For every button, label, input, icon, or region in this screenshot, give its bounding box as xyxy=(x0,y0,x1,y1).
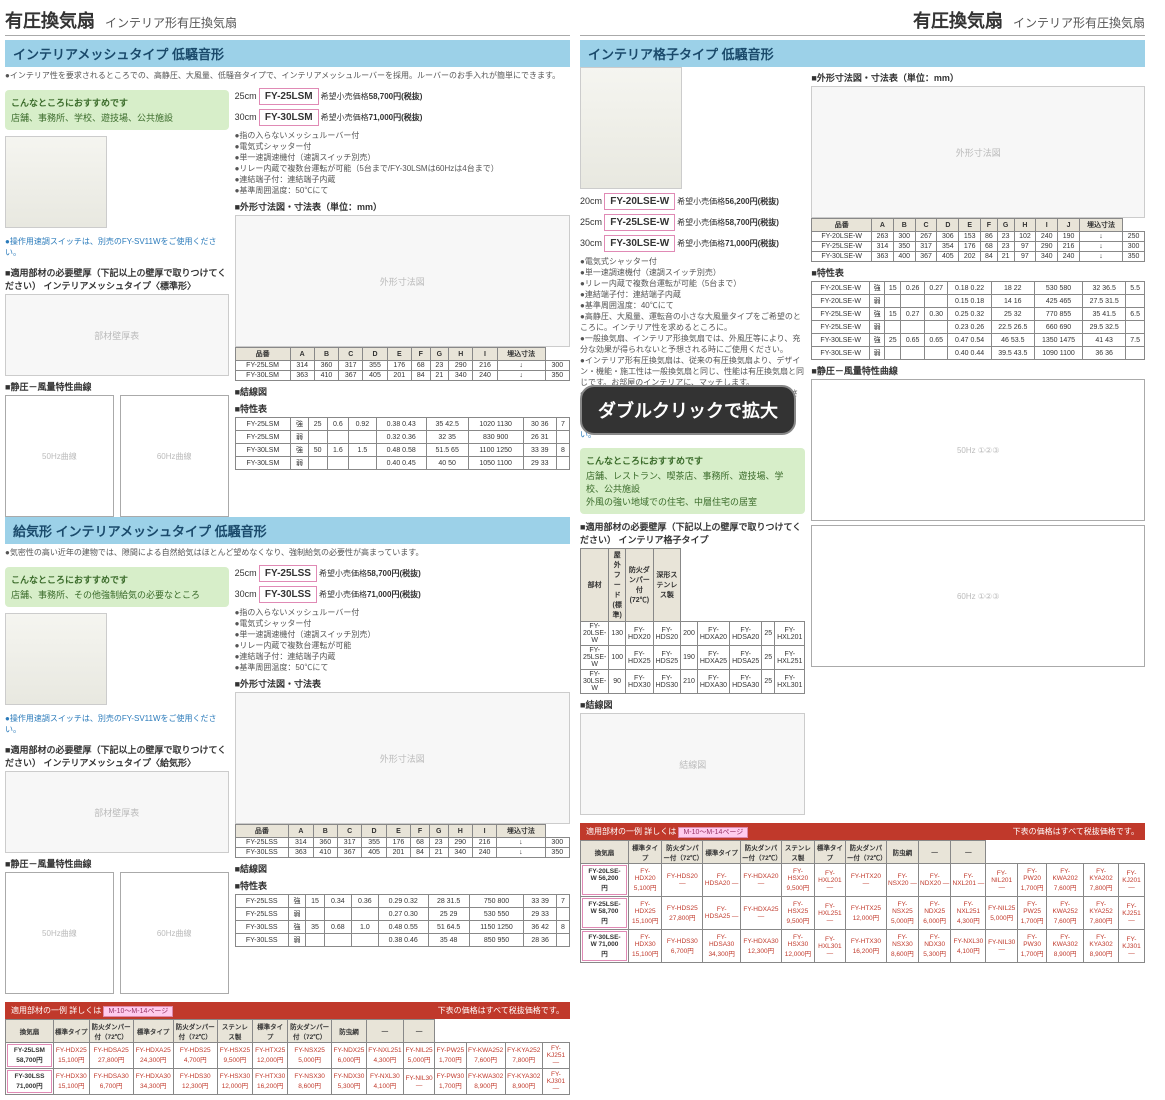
product-image xyxy=(5,136,107,228)
model-price: 希望小売価格71,000円(税抜) xyxy=(677,238,779,249)
parts-table-2: 部材壁厚表 xyxy=(5,771,229,853)
bullets: ●指の入らないメッシュルーバー付 ●電気式シャッター付 ●単一速調速機付（速調ス… xyxy=(235,130,570,196)
price-table-right: 換気扇標準タイプ防火ダンパー付（72℃）標準タイプ防火ダンパー付（72℃）ステン… xyxy=(580,840,1145,963)
model-code: FY-30LSS xyxy=(259,586,317,603)
section1-lead: ●インテリア性を要求されるところでの、高静圧、大風量、低騒音タイプで、インテリア… xyxy=(5,70,570,81)
model-code: FY-30LSE-W xyxy=(604,235,675,252)
dim-diagram: 外形寸法図 xyxy=(235,215,570,347)
bottom-banner-right: 適用部材の一例 詳しくは M-10～M-14ページ 下表の価格はすべて税抜価格で… xyxy=(580,823,1145,840)
table-row: FY-25LSE-W100FY-HDX25FY-HDS25190FY-HDXA2… xyxy=(581,646,805,670)
table-row: FY-30LSS弱0.38 0.4635 48850 95028 36 xyxy=(235,934,569,947)
model-row: 25cm FY-25LSS希望小売価格58,700円(税抜) xyxy=(235,565,570,582)
table-row: FY-25LSE-W314350317354176682397290216↓30… xyxy=(812,242,1145,252)
table-row: FY-25LSM弱0.32 0.3632 35830 90026 31 xyxy=(235,431,569,444)
parts-table-r: 部材屋外フード(標準)防火ダンパー付(72℃)深形ステンレス製FY-20LSE-… xyxy=(580,548,805,694)
model-price: 希望小売価格58,700円(税抜) xyxy=(319,568,421,579)
chart-r-50hz: 50Hz ①②③ xyxy=(811,379,1145,521)
recommend-box-2: こんなところにおすすめです 店舗、事務所、その他強制給気の必要なところ xyxy=(5,567,229,607)
blue-note: ●操作用速調スイッチは、別売のFY-SV11Wをご使用ください。 xyxy=(5,236,229,258)
table-row: FY-20LSE-W2633002673061538623102240190↓2… xyxy=(812,232,1145,242)
right-page: 有圧換気扇 インテリア形有圧換気扇 インテリア格子タイプ 低騒音形 20cm F… xyxy=(580,5,1145,1095)
table-row: FY-30LSS3634103674052018421340240↓350 xyxy=(235,848,569,858)
section2-title: 給気形 インテリアメッシュタイプ 低騒音形 xyxy=(5,517,570,544)
wire-diagram-r: 結線図 xyxy=(580,713,805,815)
table-row: FY-30LSS強350.681.00.48 0.5551 64.51150 1… xyxy=(235,921,569,934)
table-row: FY-25LSM強250.60.920.38 0.4335 42.51020 1… xyxy=(235,418,569,431)
parts-table: 部材壁厚表 xyxy=(5,294,229,376)
dim-diagram-r: 外形寸法図 xyxy=(811,86,1145,218)
model-code: FY-25LSM xyxy=(259,88,319,105)
model-row: 25cm FY-25LSE-W希望小売価格58,700円(税抜) xyxy=(580,214,805,231)
price-row: FY-30LSS 71,000円FY-HDX30 15,100円FY-HDSA3… xyxy=(6,1069,570,1095)
table-row: FY-20LSE-W弱0.15 0.1814 16425 46527.5 31.… xyxy=(812,295,1145,308)
model-code: FY-20LSE-W xyxy=(604,193,675,210)
header-sub: インテリア形有圧換気扇 xyxy=(105,14,237,31)
model-price: 希望小売価格58,700円(税抜) xyxy=(321,91,423,102)
chart-50hz: 50Hz曲線 xyxy=(5,395,114,517)
model-price: 希望小売価格71,000円(税抜) xyxy=(319,589,421,600)
table-row: FY-25LSS強150.340.360.29 0.3228 31.5750 8… xyxy=(235,895,569,908)
curve-subhead: 静圧－風量特性曲線 xyxy=(5,380,229,393)
parts-subhead: 適用部材の必要壁厚（下記以上の壁厚で取りつけてください） インテリアメッシュタイ… xyxy=(5,266,229,292)
table-row: FY-25LSM3143603173551766823290216↓300 xyxy=(235,361,569,371)
table-row: FY-20LSE-W強150.260.270.18 0.2218 22530 5… xyxy=(812,282,1145,295)
table-row: FY-30LSE-W363400367405202842197340240↓35… xyxy=(812,252,1145,262)
table-row: FY-30LSM3634103674052018421340240↓350 xyxy=(235,371,569,381)
section-r-title: インテリア格子タイプ 低騒音形 xyxy=(580,40,1145,67)
header-main: 有圧換気扇 xyxy=(5,7,95,33)
product-image-r xyxy=(580,67,682,189)
section1-title: インテリアメッシュタイプ 低騒音形 xyxy=(5,40,570,67)
product-image-2 xyxy=(5,613,107,705)
table-row: FY-30LSM弱0.40 0.4540 501050 110029 33 xyxy=(235,457,569,470)
model-price: 希望小売価格56,200円(税抜) xyxy=(677,196,779,207)
dim-table: 品番ABCDEFGHI埋込寸法FY-25LSM31436031735517668… xyxy=(235,347,570,381)
model-code: FY-25LSS xyxy=(259,565,317,582)
zoom-hint-overlay[interactable]: ダブルクリックで拡大 xyxy=(580,385,796,435)
chart-r-60hz: 60Hz ①②③ xyxy=(811,525,1145,667)
price-row: FY-20LSE-W 56,200円FY-HDX20 5,100円FY-HDS2… xyxy=(581,864,1145,897)
table-row: FY-25LSS3143603173551766823290216↓300 xyxy=(235,838,569,848)
table-row: FY-30LSE-W弱0.40 0.4439.5 43.51090 110036… xyxy=(812,347,1145,360)
dim-diagram-2: 外形寸法図 xyxy=(235,692,570,824)
table-row: FY-20LSE-W130FY-HDX20FY-HDS20200FY-HDXA2… xyxy=(581,622,805,646)
table-row: FY-25LSS弱0.27 0.3025 29530 55029 33 xyxy=(235,908,569,921)
price-row: FY-30LSE-W 71,000円FY-HDX30 15,100円FY-HDS… xyxy=(581,930,1145,963)
model-code: FY-30LSM xyxy=(259,109,319,126)
section2-lead: ●気密性の高い近年の建物では、隙間による自然給気はほとんど望めなくなり、強制給気… xyxy=(5,547,570,558)
spec-subhead: 特性表 xyxy=(235,402,570,415)
chart-60hz-2: 60Hz曲線 xyxy=(120,872,229,994)
left-page: 有圧換気扇 インテリア形有圧換気扇 インテリアメッシュタイプ 低騒音形 ●インテ… xyxy=(5,5,570,1095)
chart-50hz-2: 50Hz曲線 xyxy=(5,872,114,994)
recommend-box: こんなところにおすすめです 店舗、事務所、学校、遊技場、公共施設 xyxy=(5,90,229,130)
model-price: 希望小売価格58,700円(税抜) xyxy=(677,217,779,228)
model-row: 30cm FY-30LSE-W希望小売価格71,000円(税抜) xyxy=(580,235,805,252)
price-row: FY-25LSE-W 58,700円FY-HDX25 15,100円FY-HDS… xyxy=(581,897,1145,930)
page-header: 有圧換気扇 インテリア形有圧換気扇 xyxy=(5,5,570,36)
table-row: FY-25LSE-W強150.270.300.25 0.3225 32770 8… xyxy=(812,308,1145,321)
spec-table: FY-25LSM強250.60.920.38 0.4335 42.51020 1… xyxy=(235,417,570,470)
table-row: FY-30LSM強501.61.50.48 0.5851.5 651100 12… xyxy=(235,444,569,457)
wire-subhead: 結線図 xyxy=(235,385,570,398)
price-row: FY-25LSM 58,700円FY-HDX25 15,100円FY-HDSA2… xyxy=(6,1043,570,1069)
model-row: 20cm FY-20LSE-W希望小売価格56,200円(税抜) xyxy=(580,193,805,210)
table-row: FY-25LSE-W弱0.23 0.2622.5 26.5660 69029.5… xyxy=(812,321,1145,334)
model-code: FY-25LSE-W xyxy=(604,214,675,231)
dim-subhead: 外形寸法図・寸法表（単位：mm） xyxy=(235,200,570,213)
table-row: FY-30LSE-W90FY-HDX30FY-HDS30210FY-HDXA30… xyxy=(581,670,805,694)
table-row: FY-30LSE-W強250.650.650.47 0.5446 53.5135… xyxy=(812,334,1145,347)
model-row: 30cm FY-30LSM希望小売価格71,000円(税抜) xyxy=(235,109,570,126)
recommend-box-r: こんなところにおすすめです 店舗、レストラン、喫茶店、事務所、遊技場、学校、公共… xyxy=(580,448,805,514)
chart-60hz: 60Hz曲線 xyxy=(120,395,229,517)
model-row: 30cm FY-30LSS希望小売価格71,000円(税抜) xyxy=(235,586,570,603)
model-row: 25cm FY-25LSM希望小売価格58,700円(税抜) xyxy=(235,88,570,105)
price-table-left: 換気扇標準タイプ防火ダンパー付（72℃）標準タイプ防火ダンパー付（72℃）ステン… xyxy=(5,1019,570,1095)
page-header-r: 有圧換気扇 インテリア形有圧換気扇 xyxy=(580,5,1145,36)
bottom-banner-left: 適用部材の一例 詳しくは M-10～M-14ページ 下表の価格はすべて税抜価格で… xyxy=(5,1002,570,1019)
model-price: 希望小売価格71,000円(税抜) xyxy=(321,112,423,123)
